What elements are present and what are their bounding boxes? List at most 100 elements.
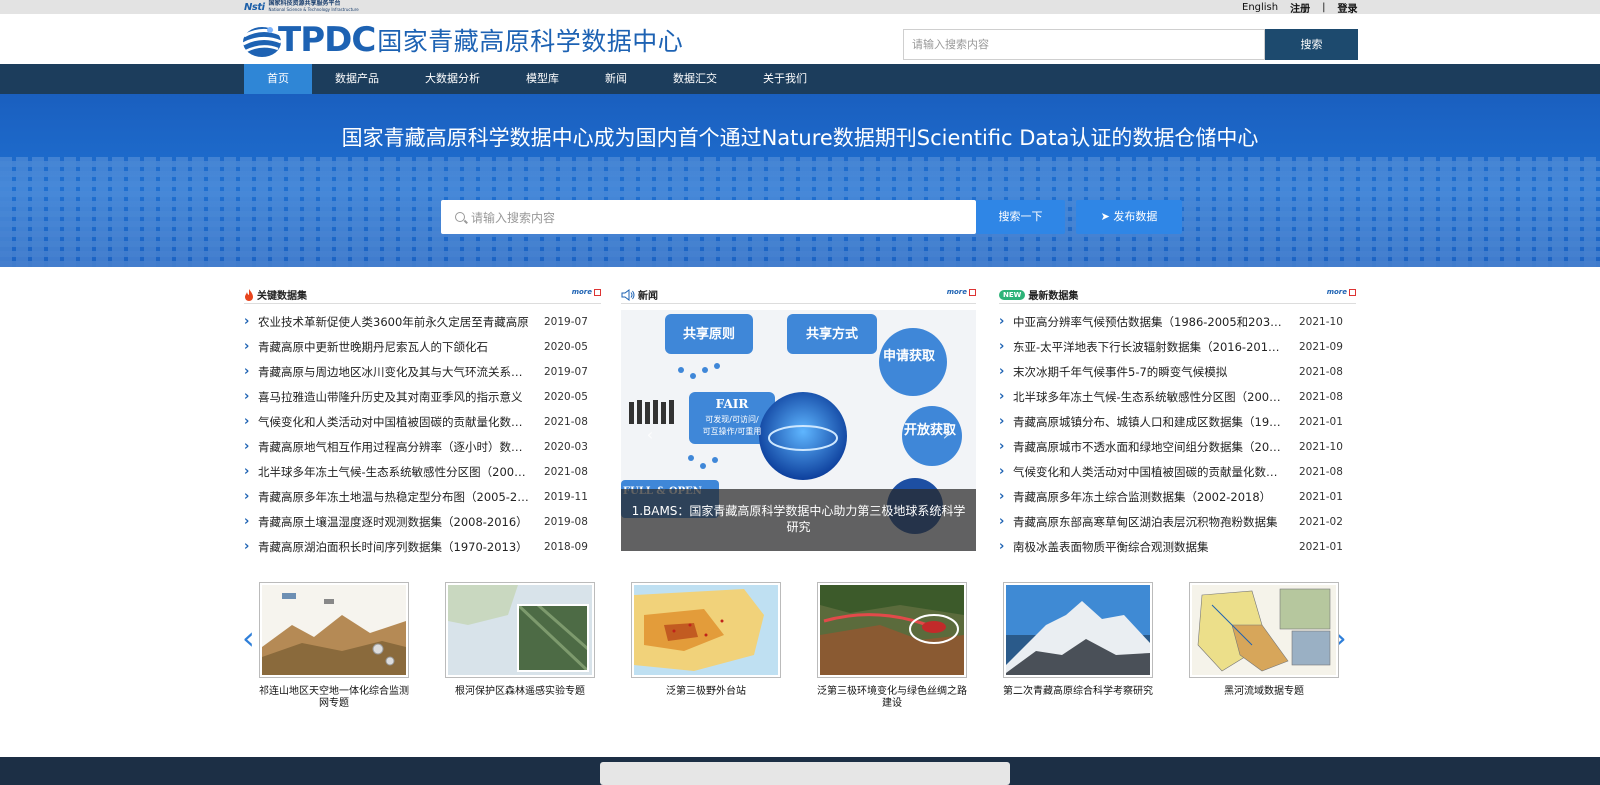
dataset-date: 2020-03: [544, 440, 588, 453]
share-principle-label: 共享原则: [683, 326, 735, 342]
nsti-logo[interactable]: Nsti 国家科技资源共享服务平台 National Science & Tec…: [244, 0, 359, 14]
topic-card-qilian[interactable]: 祁连山地区天空地一体化综合监测网专题: [259, 582, 409, 710]
list-item[interactable]: › 东亚-太平洋地表下行长波辐射数据集（2016-2018） 2021-09: [999, 334, 1356, 359]
list-item[interactable]: › 末次冰期千年气候事件5-7的瞬变气候模拟 2021-08: [999, 359, 1356, 384]
dataset-title[interactable]: 南极冰盖表面物质平衡综合观测数据集: [1013, 539, 1285, 555]
nav-item-about-us[interactable]: 关于我们: [740, 64, 830, 94]
english-link[interactable]: English: [1242, 2, 1278, 13]
key-datasets-more-link[interactable]: more: [572, 288, 601, 296]
dataset-title[interactable]: 青藏高原土壤温湿度逐时观测数据集（2008-2016）: [258, 514, 530, 530]
key-datasets-title: 关键数据集: [257, 291, 307, 302]
dataset-title[interactable]: 青藏高原中更新世晚期丹尼索瓦人的下颌化石: [258, 339, 530, 355]
list-item[interactable]: › 北半球多年冻土气候-生态系统敏感性分区图（2000-2016） 2021-08: [244, 459, 601, 484]
key-datasets-panel: 关键数据集 more › 农业技术革新促使人类3600年前永久定居至青藏高原 201…: [244, 286, 601, 559]
dataset-date: 2020-05: [544, 340, 588, 353]
send-icon: ➤: [1100, 210, 1114, 223]
nav-item-model-library[interactable]: 模型库: [503, 64, 582, 94]
topic-card-genhe[interactable]: 根河保护区森林遥感实验专题: [445, 582, 595, 698]
topic-card-pan-third-pole-stations[interactable]: 泛第三极野外台站: [631, 582, 781, 698]
list-item[interactable]: › 中亚高分辨率气候预估数据集（1986-2005和2031-2050） 2021-…: [999, 309, 1356, 334]
news-prev-arrow-icon[interactable]: ‹: [643, 427, 657, 443]
list-item[interactable]: › 喜马拉雅造山带隆升历史及其对南亚季风的指示意义 2020-05: [244, 384, 601, 409]
dataset-title[interactable]: 末次冰期千年气候事件5-7的瞬变气候模拟: [1013, 364, 1285, 380]
dataset-title[interactable]: 青藏高原多年冻土综合监测数据集（2002-2018）: [1013, 489, 1285, 505]
login-link[interactable]: 登录: [1337, 0, 1357, 15]
dataset-title[interactable]: 东亚-太平洋地表下行长波辐射数据集（2016-2018）: [1013, 339, 1285, 355]
publish-data-button[interactable]: ➤ 发布数据: [1076, 200, 1182, 234]
dataset-title[interactable]: 青藏高原湖泊面积长时间序列数据集（1970-2013）: [258, 539, 530, 555]
topic-card-silk-road[interactable]: 泛第三极环境变化与绿色丝绸之路建设: [817, 582, 967, 710]
list-item[interactable]: › 青藏高原多年冻土综合监测数据集（2002-2018） 2021-01: [999, 484, 1356, 509]
chevron-right-icon: ›: [244, 339, 250, 354]
dataset-title[interactable]: 青藏高原东部高寒草甸区湖泊表层沉积物孢粉数据集: [1013, 514, 1285, 530]
list-item[interactable]: › 青藏高原中更新世晚期丹尼索瓦人的下颌化石 2020-05: [244, 334, 601, 359]
topic-label[interactable]: 黑河流域数据专题: [1189, 686, 1339, 698]
dataset-date: 2021-10: [1299, 315, 1343, 328]
chevron-right-icon: ›: [999, 514, 1005, 529]
hero-search-placeholder: 请输入搜索内容: [471, 210, 556, 225]
header-search-button[interactable]: 搜索: [1265, 29, 1358, 60]
dataset-title[interactable]: 青藏高原地气相互作用过程高分辨率（逐小时）数据集: [258, 439, 530, 455]
register-link[interactable]: 注册: [1290, 0, 1310, 15]
dataset-title[interactable]: 气候变化和人类活动对中国植被固碳的贡献量化数据集: [1013, 464, 1285, 480]
list-item[interactable]: › 青藏高原城市不透水面和绿地空间组分数据集（2000-2020） 2021-10: [999, 434, 1356, 459]
fair-sub1-label: 可发现/可访问/: [705, 414, 759, 424]
news-next-arrow-icon[interactable]: ›: [939, 427, 953, 443]
topic-label[interactable]: 泛第三极野外台站: [631, 686, 781, 698]
nav-item-big-data-analysis[interactable]: 大数据分析: [402, 64, 503, 94]
dataset-date: 2021-08: [544, 465, 588, 478]
topic-label[interactable]: 第二次青藏高原综合科学考察研究: [1003, 686, 1153, 698]
tpdc-logo[interactable]: TPDC 国家青藏高原科学数据中心: [240, 18, 683, 62]
dataset-title[interactable]: 青藏高原多年冻土地温与热稳定型分布图（2005-2015）: [258, 489, 530, 505]
nav-item-data-products[interactable]: 数据产品: [312, 64, 402, 94]
dataset-title[interactable]: 农业技术革新促使人类3600年前永久定居至青藏高原: [258, 314, 530, 330]
header-search-input[interactable]: 请输入搜索内容: [903, 29, 1265, 60]
chevron-right-icon: ›: [999, 339, 1005, 354]
topic-label[interactable]: 泛第三极环境变化与绿色丝绸之路建设: [817, 686, 967, 710]
list-item[interactable]: › 青藏高原东部高寒草甸区湖泊表层沉积物孢粉数据集 2021-02: [999, 509, 1356, 534]
list-item[interactable]: › 青藏高原城镇分布、城镇人口和建成区数据集（1990-2015） 2021-01: [999, 409, 1356, 434]
list-item[interactable]: › 青藏高原多年冻土地温与热稳定型分布图（2005-2015） 2019-11: [244, 484, 601, 509]
hero-search-input[interactable]: 请输入搜索内容: [441, 200, 976, 234]
footer-icon-strip: [600, 762, 1010, 785]
share-method-label: 共享方式: [806, 326, 858, 342]
dataset-title[interactable]: 青藏高原与周边地区冰川变化及其与大气环流关系研究: [258, 364, 530, 380]
dataset-title[interactable]: 气候变化和人类活动对中国植被固碳的贡献量化数据集: [258, 414, 530, 430]
dataset-date: 2021-01: [1299, 490, 1343, 503]
topic-card-second-expedition[interactable]: 第二次青藏高原综合科学考察研究: [1003, 582, 1153, 698]
latest-datasets-more-link[interactable]: more: [1327, 288, 1356, 296]
flame-icon: [245, 288, 253, 301]
nav-item-data-submission[interactable]: 数据汇交: [650, 64, 740, 94]
topic-card-heihe[interactable]: 黑河流域数据专题: [1189, 582, 1339, 698]
nav-item-news[interactable]: 新闻: [582, 64, 650, 94]
dataset-title[interactable]: 青藏高原城市不透水面和绿地空间组分数据集（2000-2020）: [1013, 439, 1285, 455]
list-item[interactable]: › 农业技术革新促使人类3600年前永久定居至青藏高原 2019-07: [244, 309, 601, 334]
hero-search-button[interactable]: 搜索一下: [976, 200, 1065, 234]
chevron-right-icon: ›: [999, 539, 1005, 554]
list-item[interactable]: › 青藏高原地气相互作用过程高分辨率（逐小时）数据集 2020-03: [244, 434, 601, 459]
news-carousel[interactable]: 共享原则 共享方式 申请获取 开放获取 FAIR 可发现/可访问/ 可互操作/可…: [621, 310, 976, 551]
list-item[interactable]: › 南极冰盖表面物质平衡综合观测数据集 2021-01: [999, 534, 1356, 559]
dataset-title[interactable]: 中亚高分辨率气候预估数据集（1986-2005和2031-2050）: [1013, 314, 1285, 330]
news-header: 新闻 more: [621, 286, 976, 304]
list-item[interactable]: › 气候变化和人类活动对中国植被固碳的贡献量化数据集 2021-08: [999, 459, 1356, 484]
dataset-date: 2019-11: [544, 490, 588, 503]
list-item[interactable]: › 青藏高原湖泊面积长时间序列数据集（1970-2013） 2018-09: [244, 534, 601, 559]
list-item[interactable]: › 北半球多年冻土气候-生态系统敏感性分区图（2000-2016） 2021-08: [999, 384, 1356, 409]
list-item[interactable]: › 青藏高原与周边地区冰川变化及其与大气环流关系研究 2019-07: [244, 359, 601, 384]
news-more-link[interactable]: more: [947, 288, 976, 296]
dataset-title[interactable]: 喜马拉雅造山带隆升历史及其对南亚季风的指示意义: [258, 389, 530, 405]
nav-item-home[interactable]: 首页: [244, 64, 312, 94]
list-item[interactable]: › 气候变化和人类活动对中国植被固碳的贡献量化数据集 2021-08: [244, 409, 601, 434]
dataset-title[interactable]: 北半球多年冻土气候-生态系统敏感性分区图（2000-2016）: [258, 464, 530, 480]
dataset-date: 2021-08: [1299, 365, 1343, 378]
chevron-right-icon: ›: [244, 439, 250, 454]
news-caption[interactable]: 1.BAMS：国家青藏高原科学数据中心助力第三极地球系统科学研究: [621, 489, 976, 551]
list-item[interactable]: › 青藏高原土壤温湿度逐时观测数据集（2008-2016） 2019-08: [244, 509, 601, 534]
heihe-basin-map-image: [1189, 582, 1339, 678]
topic-label[interactable]: 根河保护区森林遥感实验专题: [445, 686, 595, 698]
news-panel: 新闻 more: [621, 286, 976, 304]
dataset-title[interactable]: 北半球多年冻土气候-生态系统敏感性分区图（2000-2016）: [1013, 389, 1285, 405]
topic-label[interactable]: 祁连山地区天空地一体化综合监测网专题: [259, 686, 409, 710]
dataset-title[interactable]: 青藏高原城镇分布、城镇人口和建成区数据集（1990-2015）: [1013, 414, 1285, 430]
